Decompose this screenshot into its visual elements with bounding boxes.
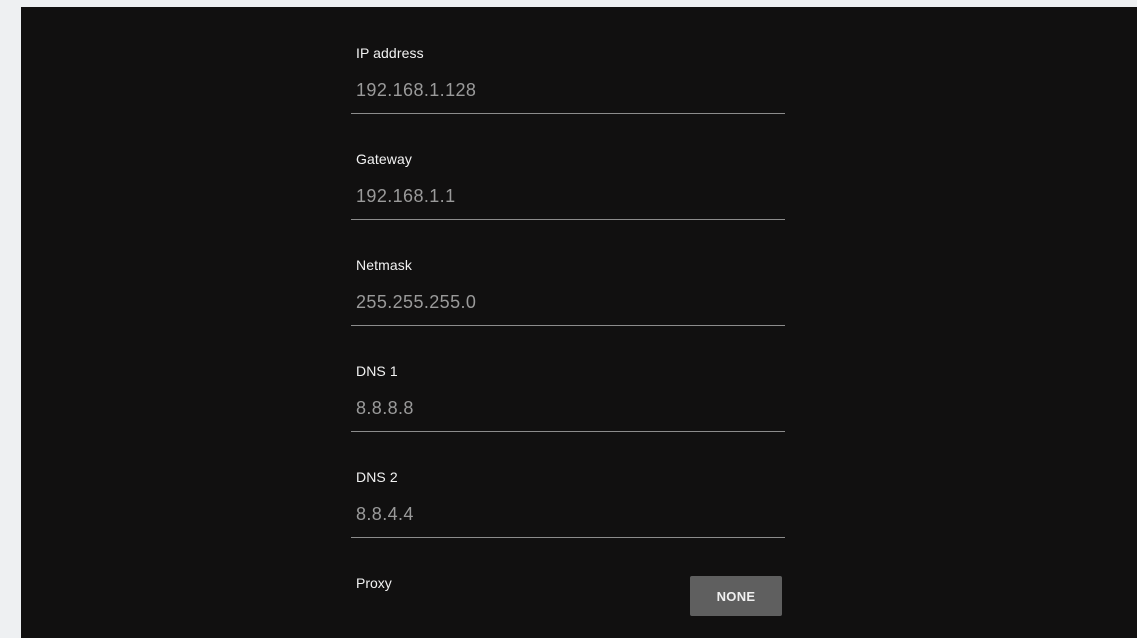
gateway-input[interactable]: 192.168.1.1 xyxy=(356,186,456,207)
netmask-field[interactable]: Netmask 255.255.255.0 xyxy=(351,219,785,326)
ip-address-label: IP address xyxy=(356,45,424,61)
ip-address-input[interactable]: 192.168.1.128 xyxy=(356,80,476,101)
gateway-label: Gateway xyxy=(356,151,412,167)
proxy-none-button[interactable]: NONE xyxy=(690,576,782,616)
dns1-label: DNS 1 xyxy=(356,363,398,379)
dns1-input[interactable]: 8.8.8.8 xyxy=(356,398,414,419)
proxy-row: Proxy NONE xyxy=(351,567,785,617)
dns1-field[interactable]: DNS 1 8.8.8.8 xyxy=(351,325,785,432)
network-settings-screen: IP address 192.168.1.128 Gateway 192.168… xyxy=(21,7,1137,638)
proxy-label: Proxy xyxy=(356,575,392,591)
dns2-underline xyxy=(351,537,785,538)
dns2-label: DNS 2 xyxy=(356,469,398,485)
ip-address-field[interactable]: IP address 192.168.1.128 xyxy=(351,7,785,114)
dns2-input[interactable]: 8.8.4.4 xyxy=(356,504,414,525)
netmask-label: Netmask xyxy=(356,257,412,273)
gateway-field[interactable]: Gateway 192.168.1.1 xyxy=(351,113,785,220)
netmask-input[interactable]: 255.255.255.0 xyxy=(356,292,476,313)
dns2-field[interactable]: DNS 2 8.8.4.4 xyxy=(351,431,785,538)
